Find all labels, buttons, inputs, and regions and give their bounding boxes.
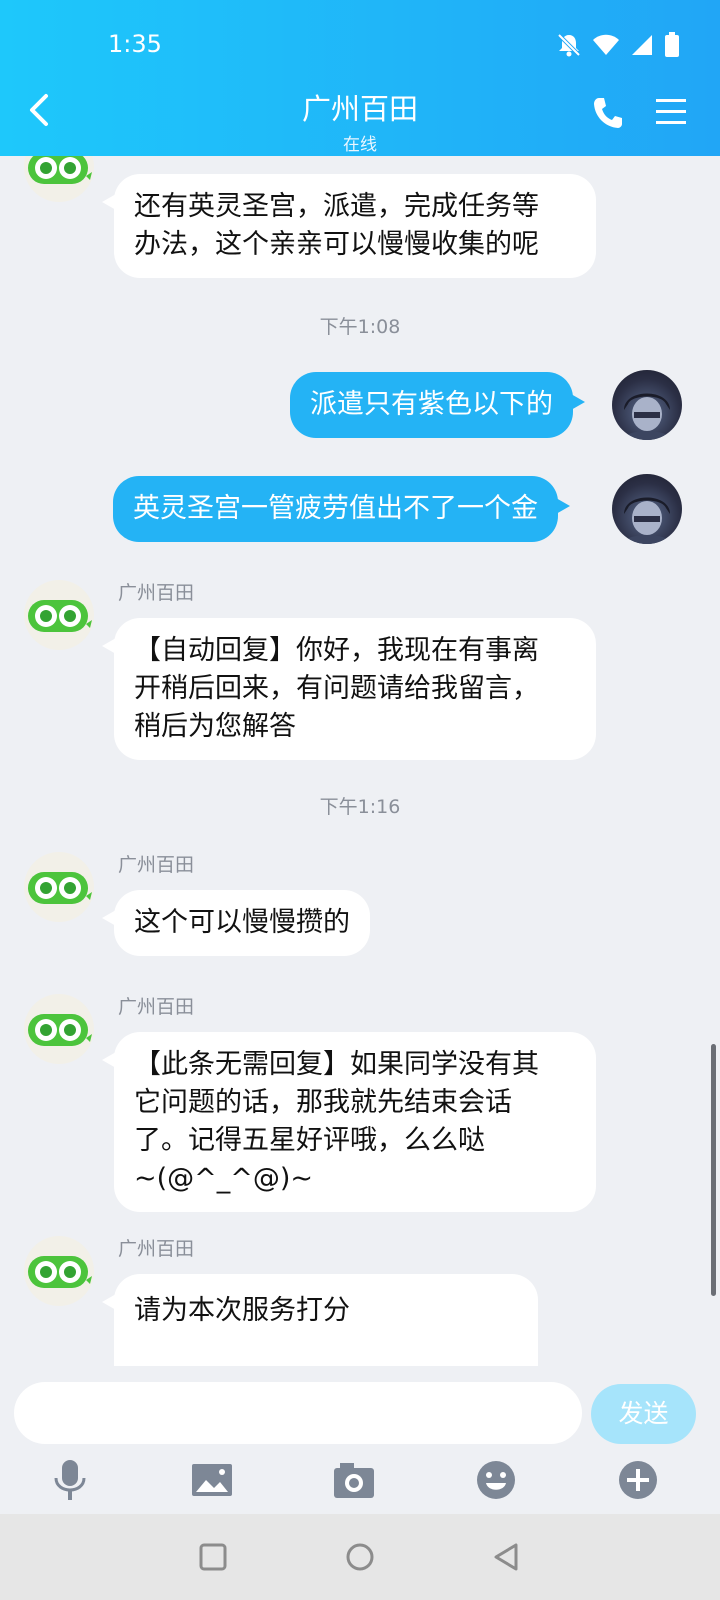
emoji-button[interactable] (474, 1458, 518, 1502)
game-logo-icon (28, 156, 92, 184)
recents-button[interactable] (196, 1540, 230, 1574)
avatar[interactable] (24, 852, 94, 922)
sender-name: 广州百田 (118, 1238, 195, 1260)
microphone-icon (54, 1460, 86, 1500)
game-logo-icon (28, 872, 92, 904)
home-icon (346, 1543, 374, 1571)
user-avatar-icon (622, 497, 672, 544)
message-bubble[interactable]: 派遣只有紫色以下的 (290, 372, 585, 438)
message-bubble[interactable]: 【自动回复】你好，我现在有事离 开稍后回来，有问题请给我留言， 稍后为您解答 (102, 618, 596, 760)
message-line: 办法，这个亲亲可以慢慢收集的呢 (134, 229, 539, 260)
hamburger-menu-icon (656, 99, 686, 124)
status-icons (556, 32, 680, 58)
game-logo-icon (28, 1014, 92, 1046)
message-list[interactable]: 还有英灵圣宫，派遣，完成任务等 办法，这个亲亲可以慢慢收集的呢 下午1:08 派… (0, 156, 720, 1366)
wifi-icon (593, 34, 619, 55)
avatar[interactable] (24, 1236, 94, 1306)
time-separator: 下午1:16 (319, 796, 401, 818)
message-line: 了。记得五星好评哦，么么哒 (134, 1125, 485, 1156)
message-line: 请为本次服务打分 (134, 1295, 350, 1326)
message-line: 还有英灵圣宫，派遣，完成任务等 (134, 191, 539, 222)
voice-button[interactable] (48, 1458, 92, 1502)
scrollbar[interactable] (711, 1044, 716, 1296)
game-logo-icon (28, 1256, 92, 1288)
status-time: 1:35 (108, 30, 162, 58)
plus-icon (619, 1461, 657, 1499)
message-bubble[interactable]: 这个可以慢慢攒的 (102, 890, 370, 956)
message-bubble[interactable]: 还有英灵圣宫，派遣，完成任务等 办法，这个亲亲可以慢慢收集的呢 (102, 174, 596, 278)
message-line: 开稍后回来，有问题请给我留言， (134, 673, 539, 704)
online-status: 在线 (343, 135, 377, 155)
camera-icon (334, 1463, 374, 1498)
message-bubble[interactable]: 英灵圣宫一管疲劳值出不了一个金 (113, 476, 570, 542)
camera-button[interactable] (332, 1458, 376, 1502)
message-line: 稍后为您解答 (134, 711, 296, 742)
phone-icon (594, 98, 622, 128)
message-line: 这个可以慢慢攒的 (134, 907, 350, 938)
menu-button[interactable] (654, 96, 688, 128)
emoji-icon (477, 1461, 515, 1499)
my-avatar[interactable] (612, 370, 682, 440)
system-nav-bar (0, 1514, 720, 1600)
image-icon (192, 1464, 232, 1496)
message-bubble[interactable]: 请为本次服务打分 (102, 1274, 538, 1366)
cellular-signal-icon (632, 35, 652, 55)
message-bubble[interactable]: 【此条无需回复】如果同学没有其 它问题的话，那我就先结束会话 了。记得五星好评哦… (102, 1032, 596, 1212)
message-line: 英灵圣宫一管疲劳值出不了一个金 (133, 493, 538, 524)
more-button[interactable] (616, 1458, 660, 1502)
avatar[interactable] (24, 156, 94, 202)
composer: 发送 (0, 1366, 720, 1514)
message-line: 它问题的话，那我就先结束会话 (134, 1087, 512, 1118)
my-avatar[interactable] (612, 474, 682, 544)
recents-icon (199, 1543, 227, 1571)
nav-back-button[interactable] (490, 1540, 524, 1574)
sender-name: 广州百田 (118, 996, 195, 1018)
message-line: 【自动回复】你好，我现在有事离 (134, 635, 539, 666)
message-line: ~(@^_^@)~ (134, 1163, 314, 1194)
avatar[interactable] (24, 994, 94, 1064)
send-button[interactable]: 发送 (591, 1384, 696, 1444)
battery-icon (665, 32, 679, 57)
mute-notifications-icon (557, 33, 581, 57)
message-input[interactable] (14, 1382, 582, 1444)
message-line: 派遣只有紫色以下的 (310, 389, 553, 420)
photo-button[interactable] (190, 1458, 234, 1502)
avatar[interactable] (24, 580, 94, 650)
call-button[interactable] (592, 96, 624, 130)
back-icon (494, 1543, 518, 1571)
user-avatar-icon (622, 393, 672, 440)
home-button[interactable] (343, 1540, 377, 1574)
chat-header: 1:35 广州百田 在线 (0, 0, 720, 156)
sender-name: 广州百田 (118, 582, 195, 604)
message-line: 【此条无需回复】如果同学没有其 (134, 1049, 539, 1080)
time-separator: 下午1:08 (319, 316, 401, 338)
game-logo-icon (28, 600, 92, 632)
sender-name: 广州百田 (118, 854, 195, 876)
